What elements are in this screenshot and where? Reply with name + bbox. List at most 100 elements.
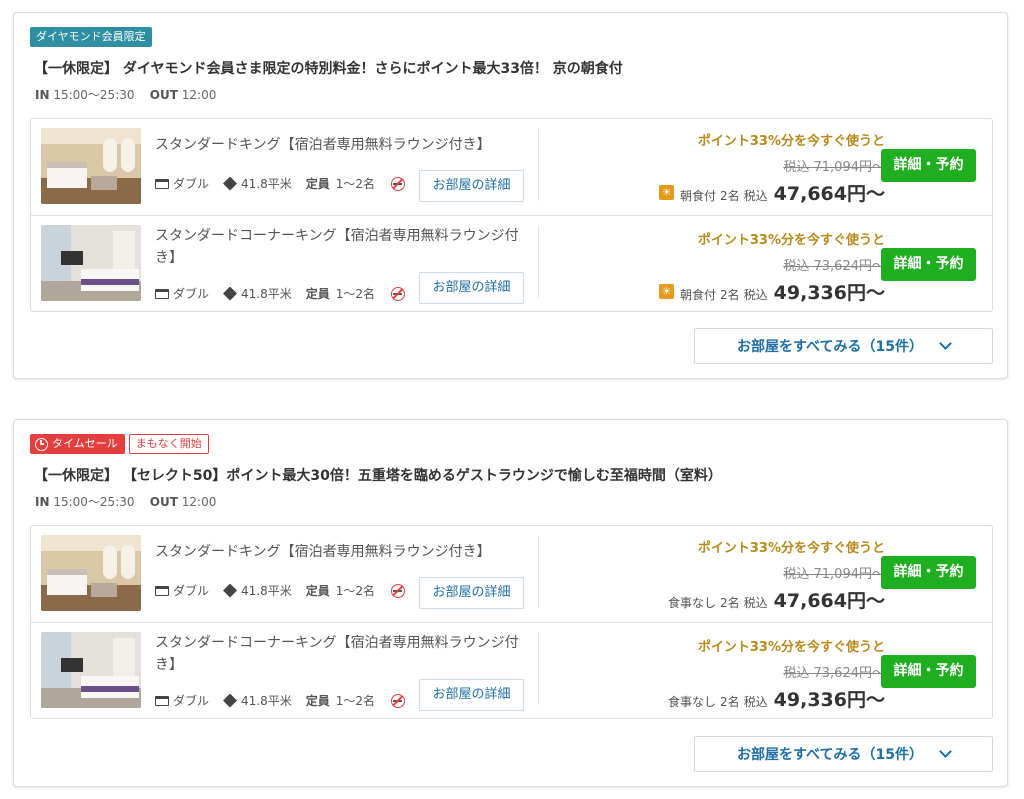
room-specs: ダブル 41.8平米 定員 1〜2名 xyxy=(155,692,425,709)
meal-type: 朝食付 xyxy=(680,189,717,203)
guest-count: 2名 xyxy=(720,695,740,709)
room-name[interactable]: スタンダードキング【宿泊者専用無料ラウンジ付き】 xyxy=(155,134,525,156)
in-label: IN xyxy=(35,88,50,102)
bed-type: ダブル xyxy=(173,177,210,191)
discounted-price: 47,664円〜 xyxy=(773,590,885,612)
original-price: 税込 73,624円〜 xyxy=(783,259,885,274)
meal-type: 食事なし xyxy=(668,596,717,610)
divider xyxy=(538,226,539,298)
room-specs: ダブル 41.8平米 定員 1〜2名 xyxy=(155,175,425,192)
original-price: 税込 73,624円〜 xyxy=(783,666,885,681)
original-price: 税込 71,094円〜 xyxy=(783,160,885,175)
plan-title[interactable]: 【一休限定】 【セレクト50】ポイント最大30倍！五重塔を臨めるゲストラウンジで… xyxy=(34,465,722,485)
checkin-times: IN 15:00〜25:30 OUT 12:00 xyxy=(35,86,216,103)
diamond-member-badge: ダイヤモンド会員限定 xyxy=(30,27,152,47)
plan-badges: ダイヤモンド会員限定 xyxy=(30,27,152,47)
room-detail-button[interactable]: お部屋の詳細 xyxy=(419,679,524,711)
capacity-label: 定員 xyxy=(305,177,330,191)
guest-count: 2名 xyxy=(720,596,740,610)
no-smoking-icon xyxy=(391,693,406,708)
price-box: ポイント33%分を今すぐ使うと 税込 73,624円〜 ☀ 朝食付 2名 税込 … xyxy=(659,232,885,305)
capacity: 1〜2名 xyxy=(335,584,376,598)
room-photo[interactable] xyxy=(41,535,141,611)
in-label: IN xyxy=(35,495,50,509)
chevron-down-icon xyxy=(939,337,952,350)
price-box: ポイント33%分を今すぐ使うと 税込 71,094円〜 食事なし 2名 税込 4… xyxy=(668,540,885,613)
bed-icon xyxy=(155,288,169,299)
area-icon xyxy=(223,583,238,598)
point-usage-text: ポイント33%分を今すぐ使うと xyxy=(697,640,885,655)
room-photo[interactable] xyxy=(41,128,141,204)
book-button[interactable]: 詳細・予約 xyxy=(881,149,976,182)
time-sale-label: タイムセール xyxy=(52,437,118,450)
room-name[interactable]: スタンダードキング【宿泊者専用無料ラウンジ付き】 xyxy=(155,541,525,563)
bed-type: ダブル xyxy=(173,584,210,598)
in-time: 15:00〜25:30 xyxy=(53,495,135,509)
room-specs: ダブル 41.8平米 定員 1〜2名 xyxy=(155,582,425,599)
tax-label: 税込 xyxy=(743,189,768,203)
see-all-rooms-button[interactable]: お部屋をすべてみる（15件） xyxy=(694,736,993,772)
plan-card: タイムセール まもなく開始 【一休限定】 【セレクト50】ポイント最大30倍！五… xyxy=(13,419,1008,787)
capacity: 1〜2名 xyxy=(335,177,376,191)
plan-card: ダイヤモンド会員限定 【一休限定】 ダイヤモンド会員さま限定の特別料金！さらにポ… xyxy=(13,12,1008,379)
capacity-label: 定員 xyxy=(305,584,330,598)
clock-icon xyxy=(35,437,48,451)
meal-type: 食事なし xyxy=(668,695,717,709)
book-button[interactable]: 詳細・予約 xyxy=(881,556,976,589)
room-area: 41.8平米 xyxy=(241,177,292,191)
checkin-times: IN 15:00〜25:30 OUT 12:00 xyxy=(35,493,216,510)
bed-type: ダブル xyxy=(173,694,210,708)
guest-count: 2名 xyxy=(720,189,740,203)
starting-soon-badge: まもなく開始 xyxy=(128,434,209,454)
room-area: 41.8平米 xyxy=(241,694,292,708)
tax-label: 税込 xyxy=(743,695,768,709)
see-all-label: お部屋をすべてみる（15件） xyxy=(737,339,923,355)
no-smoking-icon xyxy=(391,583,406,598)
room-name[interactable]: スタンダードコーナーキング【宿泊者専用無料ラウンジ付き】 xyxy=(155,225,525,269)
out-label: OUT xyxy=(149,495,178,509)
capacity: 1〜2名 xyxy=(335,287,376,301)
see-all-rooms-button[interactable]: お部屋をすべてみる（15件） xyxy=(694,328,993,364)
room-row: スタンダードキング【宿泊者専用無料ラウンジ付き】 ダブル 41.8平米 定員 1〜… xyxy=(31,119,992,215)
room-row: スタンダードコーナーキング【宿泊者専用無料ラウンジ付き】 ダブル 41.8平米 … xyxy=(31,215,992,311)
divider xyxy=(538,129,539,201)
no-smoking-icon xyxy=(391,176,406,191)
guest-count: 2名 xyxy=(720,288,740,302)
capacity-label: 定員 xyxy=(305,287,330,301)
area-icon xyxy=(223,286,238,301)
out-time: 12:00 xyxy=(181,88,217,102)
book-button[interactable]: 詳細・予約 xyxy=(881,655,976,688)
meal-type: 朝食付 xyxy=(680,288,717,302)
room-detail-button[interactable]: お部屋の詳細 xyxy=(419,170,524,202)
room-name[interactable]: スタンダードコーナーキング【宿泊者専用無料ラウンジ付き】 xyxy=(155,632,525,676)
area-icon xyxy=(223,693,238,708)
room-list: スタンダードキング【宿泊者専用無料ラウンジ付き】 ダブル 41.8平米 定員 1〜… xyxy=(30,525,993,719)
room-row: スタンダードコーナーキング【宿泊者専用無料ラウンジ付き】 ダブル 41.8平米 … xyxy=(31,622,992,718)
room-area: 41.8平米 xyxy=(241,287,292,301)
bed-icon xyxy=(155,178,169,189)
bed-icon xyxy=(155,585,169,596)
capacity-label: 定員 xyxy=(305,694,330,708)
room-photo[interactable] xyxy=(41,632,141,708)
room-area: 41.8平米 xyxy=(241,584,292,598)
area-icon xyxy=(223,176,238,191)
bed-type: ダブル xyxy=(173,287,210,301)
point-usage-text: ポイント33%分を今すぐ使うと xyxy=(697,134,885,149)
plan-title[interactable]: 【一休限定】 ダイヤモンド会員さま限定の特別料金！さらにポイント最大33倍！ 京… xyxy=(34,58,623,78)
divider xyxy=(538,633,539,705)
discounted-price: 49,336円〜 xyxy=(773,282,885,304)
time-sale-badge: タイムセール xyxy=(30,434,125,454)
room-photo[interactable] xyxy=(41,225,141,301)
price-box: ポイント33%分を今すぐ使うと 税込 73,624円〜 食事なし 2名 税込 4… xyxy=(668,639,885,712)
chevron-down-icon xyxy=(939,745,952,758)
room-detail-button[interactable]: お部屋の詳細 xyxy=(419,272,524,304)
room-row: スタンダードキング【宿泊者専用無料ラウンジ付き】 ダブル 41.8平米 定員 1〜… xyxy=(31,526,992,622)
capacity: 1〜2名 xyxy=(335,694,376,708)
discounted-price: 47,664円〜 xyxy=(773,183,885,205)
tax-label: 税込 xyxy=(743,288,768,302)
plan-badges: タイムセール まもなく開始 xyxy=(30,434,209,454)
room-list: スタンダードキング【宿泊者専用無料ラウンジ付き】 ダブル 41.8平米 定員 1〜… xyxy=(30,118,993,312)
no-smoking-icon xyxy=(391,286,406,301)
book-button[interactable]: 詳細・予約 xyxy=(881,248,976,281)
room-detail-button[interactable]: お部屋の詳細 xyxy=(419,577,524,609)
